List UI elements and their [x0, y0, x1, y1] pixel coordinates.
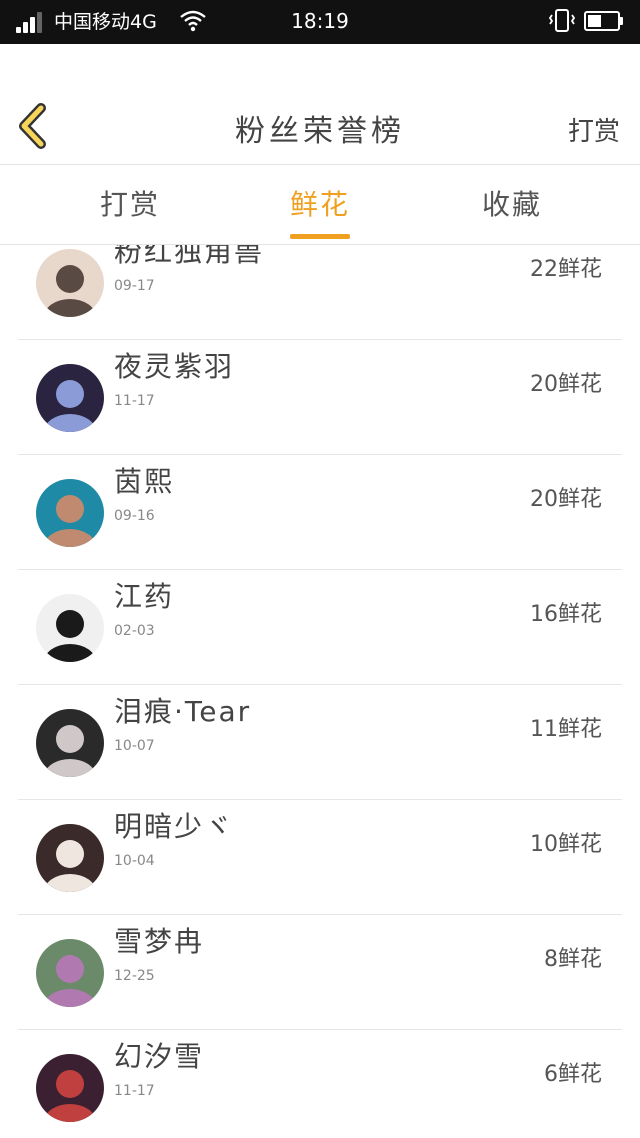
fan-name: 明暗少ヾ [114, 810, 235, 843]
tab-bar: 打赏 鲜花 收藏 [0, 165, 640, 245]
fan-name: 夜灵紫羽 [114, 350, 235, 383]
tab-favorites[interactable]: 收藏 [452, 185, 572, 225]
list-item[interactable]: 幻汐雪 11-17 6鲜花 [18, 1030, 622, 1138]
flower-count: 11鲜花 [530, 717, 602, 742]
fan-name: 茵熙 [114, 465, 175, 498]
fan-date: 09-16 [114, 508, 155, 524]
page-title: 粉丝荣誉榜 [235, 114, 405, 149]
fan-date: 12-25 [114, 968, 155, 984]
list-item[interactable]: 夜灵紫羽 11-17 20鲜花 [18, 340, 622, 455]
avatar [36, 249, 104, 317]
status-bar: 中国移动4G 18:19 [0, 0, 640, 44]
tab-flowers[interactable]: 鲜花 [260, 185, 380, 225]
fan-date: 09-17 [114, 278, 155, 294]
list-item[interactable]: 江药 02-03 16鲜花 [18, 570, 622, 685]
avatar [36, 364, 104, 432]
vibrate-icon [548, 8, 576, 38]
clock: 18:19 [291, 9, 349, 33]
fan-name: 幻汐雪 [114, 1040, 205, 1073]
nav-bar: 粉丝荣誉榜 打赏 [0, 44, 640, 165]
fan-date: 10-04 [114, 853, 155, 869]
fan-date: 02-03 [114, 623, 155, 639]
avatar [36, 479, 104, 547]
reward-button[interactable]: 打赏 [568, 114, 620, 150]
fan-name: 粉红独角兽 [114, 245, 265, 268]
tab-indicator [290, 234, 350, 239]
avatar [36, 594, 104, 662]
fan-date: 11-17 [114, 393, 155, 409]
tab-reward[interactable]: 打赏 [70, 185, 190, 225]
flower-count: 6鲜花 [544, 1062, 602, 1087]
avatar [36, 709, 104, 777]
list-item[interactable]: 粉红独角兽 09-17 22鲜花 [18, 245, 622, 340]
avatar [36, 1054, 104, 1122]
fan-name: 雪梦冉 [114, 925, 205, 958]
avatar [36, 939, 104, 1007]
flower-count: 22鲜花 [530, 257, 602, 282]
fan-list[interactable]: 粉红独角兽 09-17 22鲜花 夜灵紫羽 11-17 20鲜花 茵熙 09-1… [0, 245, 640, 1138]
battery-icon [584, 11, 623, 31]
fan-date: 10-07 [114, 738, 155, 754]
flower-count: 20鲜花 [530, 372, 602, 397]
fan-date: 11-17 [114, 1083, 155, 1099]
flower-count: 16鲜花 [530, 602, 602, 627]
flower-count: 20鲜花 [530, 487, 602, 512]
avatar [36, 824, 104, 892]
fan-name: 江药 [114, 580, 175, 613]
fan-name: 泪痕·Tear [114, 695, 252, 728]
flower-count: 10鲜花 [530, 832, 602, 857]
list-item[interactable]: 茵熙 09-16 20鲜花 [18, 455, 622, 570]
flower-count: 8鲜花 [544, 947, 602, 972]
list-item[interactable]: 明暗少ヾ 10-04 10鲜花 [18, 800, 622, 915]
list-item[interactable]: 泪痕·Tear 10-07 11鲜花 [18, 685, 622, 800]
list-item[interactable]: 雪梦冉 12-25 8鲜花 [18, 915, 622, 1030]
